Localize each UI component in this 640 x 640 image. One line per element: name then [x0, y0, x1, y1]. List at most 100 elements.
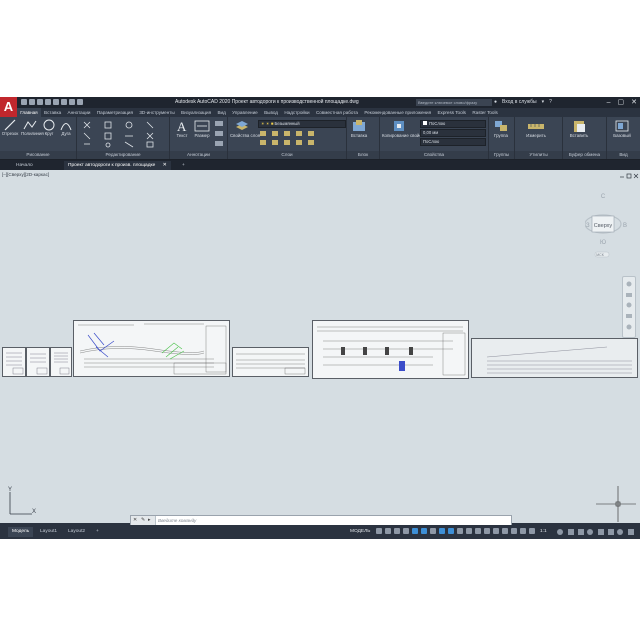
doc-tab-start[interactable]: Начало: [12, 161, 37, 170]
match-properties-button[interactable]: Копирование свойств: [382, 119, 426, 138]
save-icon[interactable]: [37, 99, 43, 105]
viewcube-north-label[interactable]: С: [601, 194, 606, 200]
measure-button[interactable]: Измерить: [519, 119, 553, 138]
layer-combo[interactable]: ☀ ☀ ■ Безымянный: [258, 120, 346, 128]
auto-scale-icon[interactable]: [529, 528, 535, 534]
polar-icon[interactable]: [421, 528, 427, 534]
viewport-controls[interactable]: [–][Сверху][2D-каркас]: [2, 172, 49, 177]
lineweight-icon[interactable]: [457, 528, 463, 534]
utilities-panel-title[interactable]: Утилиты: [515, 151, 562, 159]
open-icon[interactable]: [29, 99, 35, 105]
group-button[interactable]: Группа: [490, 119, 512, 138]
tab-express-tools[interactable]: Express Tools: [434, 108, 469, 117]
maximize-icon[interactable]: ▢: [618, 97, 625, 108]
tab-manage[interactable]: Управление: [229, 108, 261, 117]
wrench-icon[interactable]: ✎: [141, 516, 145, 525]
selection-cycling-icon[interactable]: [475, 528, 481, 534]
new-icon[interactable]: [21, 99, 27, 105]
close-icon[interactable]: ✕: [631, 97, 637, 108]
drawing-area[interactable]: [–][Сверху][2D-каркас] Сверху С З В Ю МС…: [0, 170, 640, 523]
web-open-icon[interactable]: [53, 99, 59, 105]
tab-collaborate[interactable]: Совместная работа: [313, 108, 361, 117]
color-combo[interactable]: ПоСлою: [420, 120, 486, 128]
linetype-combo[interactable]: ПоСлою: [420, 138, 486, 146]
application-menu-button[interactable]: A: [0, 97, 17, 119]
viewcube-west-label[interactable]: З: [586, 223, 590, 229]
modify-panel-title[interactable]: Редактирование: [77, 151, 169, 159]
dynamic-input-icon[interactable]: [403, 528, 409, 534]
close-icon[interactable]: ✕: [163, 163, 167, 168]
line-button[interactable]: Отрезок: [1, 119, 19, 136]
tab-addins[interactable]: Надстройки: [281, 108, 313, 117]
tab-view[interactable]: Вид: [214, 108, 229, 117]
drawing-sheet-1[interactable]: [2, 347, 26, 377]
save-as-icon[interactable]: [45, 99, 51, 105]
insert-block-button[interactable]: Вставка: [349, 119, 369, 138]
tab-featured-apps[interactable]: Рекомендованные приложения: [361, 108, 434, 117]
annotation-small-tools-icon[interactable]: [214, 120, 225, 148]
viewcube-icon[interactable]: Сверху С З В Ю МСК: [585, 190, 635, 260]
infer-constraints-icon[interactable]: [394, 528, 400, 534]
viewcube-face-label[interactable]: Сверху: [594, 223, 613, 229]
redo-icon[interactable]: [77, 99, 83, 105]
annotation-scale[interactable]: 1:1: [540, 527, 547, 537]
draw-panel-title[interactable]: Рисование: [0, 151, 76, 159]
drawing-sheet-profile[interactable]: [232, 347, 309, 377]
viewport-window-controls-icon[interactable]: [619, 173, 639, 180]
status-right-tools-icon[interactable]: [556, 528, 636, 536]
layout-tab-model[interactable]: Модель: [8, 527, 34, 537]
tab-annotate[interactable]: Аннотации: [64, 108, 93, 117]
grid-icon[interactable]: [376, 528, 382, 534]
object-snap-tracking-icon[interactable]: [439, 528, 445, 534]
layout-tab-layout2[interactable]: Layout2: [64, 527, 89, 537]
help-icon[interactable]: ?: [549, 97, 552, 108]
drawing-sheet-3[interactable]: [50, 347, 72, 377]
annotation-panel-title[interactable]: Аннотации: [170, 151, 227, 159]
transparency-icon[interactable]: [466, 528, 472, 534]
modify-tools-icon[interactable]: [81, 120, 165, 148]
search-input[interactable]: Введите ключевое слово/фразу: [416, 99, 492, 106]
viewcube-east-label[interactable]: В: [623, 223, 627, 229]
ortho-icon[interactable]: [412, 528, 418, 534]
tab-home[interactable]: Главная: [17, 108, 41, 117]
undo-icon[interactable]: [69, 99, 75, 105]
gizmo-icon[interactable]: [511, 528, 517, 534]
snap-icon[interactable]: [385, 528, 391, 534]
close-icon[interactable]: ✕: [133, 516, 137, 525]
dynamic-ucs-icon[interactable]: [493, 528, 499, 534]
text-button[interactable]: A Текст: [172, 119, 192, 138]
drawing-sheet-2[interactable]: [26, 347, 50, 377]
polyline-button[interactable]: Полилиния: [21, 119, 44, 136]
isodraft-icon[interactable]: [430, 528, 436, 534]
user-icon[interactable]: ●: [494, 97, 497, 108]
tab-insert[interactable]: Вставка: [41, 108, 64, 117]
tab-raster-tools[interactable]: Raster Tools: [469, 108, 501, 117]
navigation-bar[interactable]: [622, 276, 636, 338]
tab-3d-tools[interactable]: 3D-инструменты: [136, 108, 178, 117]
tab-parametric[interactable]: Параметризация: [94, 108, 136, 117]
object-snap-icon[interactable]: [448, 528, 454, 534]
arc-button[interactable]: Дуга: [58, 119, 74, 136]
view-panel-title[interactable]: Вид: [607, 151, 640, 159]
cart-icon[interactable]: ▾: [542, 97, 545, 108]
drawing-sheet-sections[interactable]: [312, 320, 469, 379]
drawing-sheet-plan[interactable]: [73, 320, 230, 377]
block-panel-title[interactable]: Блок: [347, 151, 379, 159]
command-history-icon[interactable]: ▸: [148, 516, 151, 525]
lineweight-combo[interactable]: 0,00 мм: [420, 129, 486, 137]
viewcube-south-label[interactable]: Ю: [600, 240, 606, 246]
signin-link[interactable]: Вход в службы: [502, 97, 537, 108]
layers-panel-title[interactable]: Слои: [228, 151, 346, 159]
base-view-button[interactable]: Базовый: [609, 119, 635, 138]
new-tab-button[interactable]: +: [178, 161, 189, 170]
layer-tools-icon[interactable]: [258, 129, 342, 149]
paste-button[interactable]: Вставить: [565, 119, 593, 138]
command-input[interactable]: Введите команду: [158, 516, 196, 525]
drawing-sheet-longitudinal[interactable]: [471, 338, 638, 378]
clipboard-panel-title[interactable]: Буфер обмена: [563, 151, 606, 159]
circle-button[interactable]: Круг: [41, 119, 57, 136]
properties-panel-title[interactable]: Свойства: [380, 151, 488, 159]
doc-tab-current[interactable]: Проект автодороги к произв. площадке ✕: [64, 161, 171, 170]
3d-osnap-icon[interactable]: [484, 528, 490, 534]
layer-properties-button[interactable]: Свойства слоя: [230, 119, 260, 138]
